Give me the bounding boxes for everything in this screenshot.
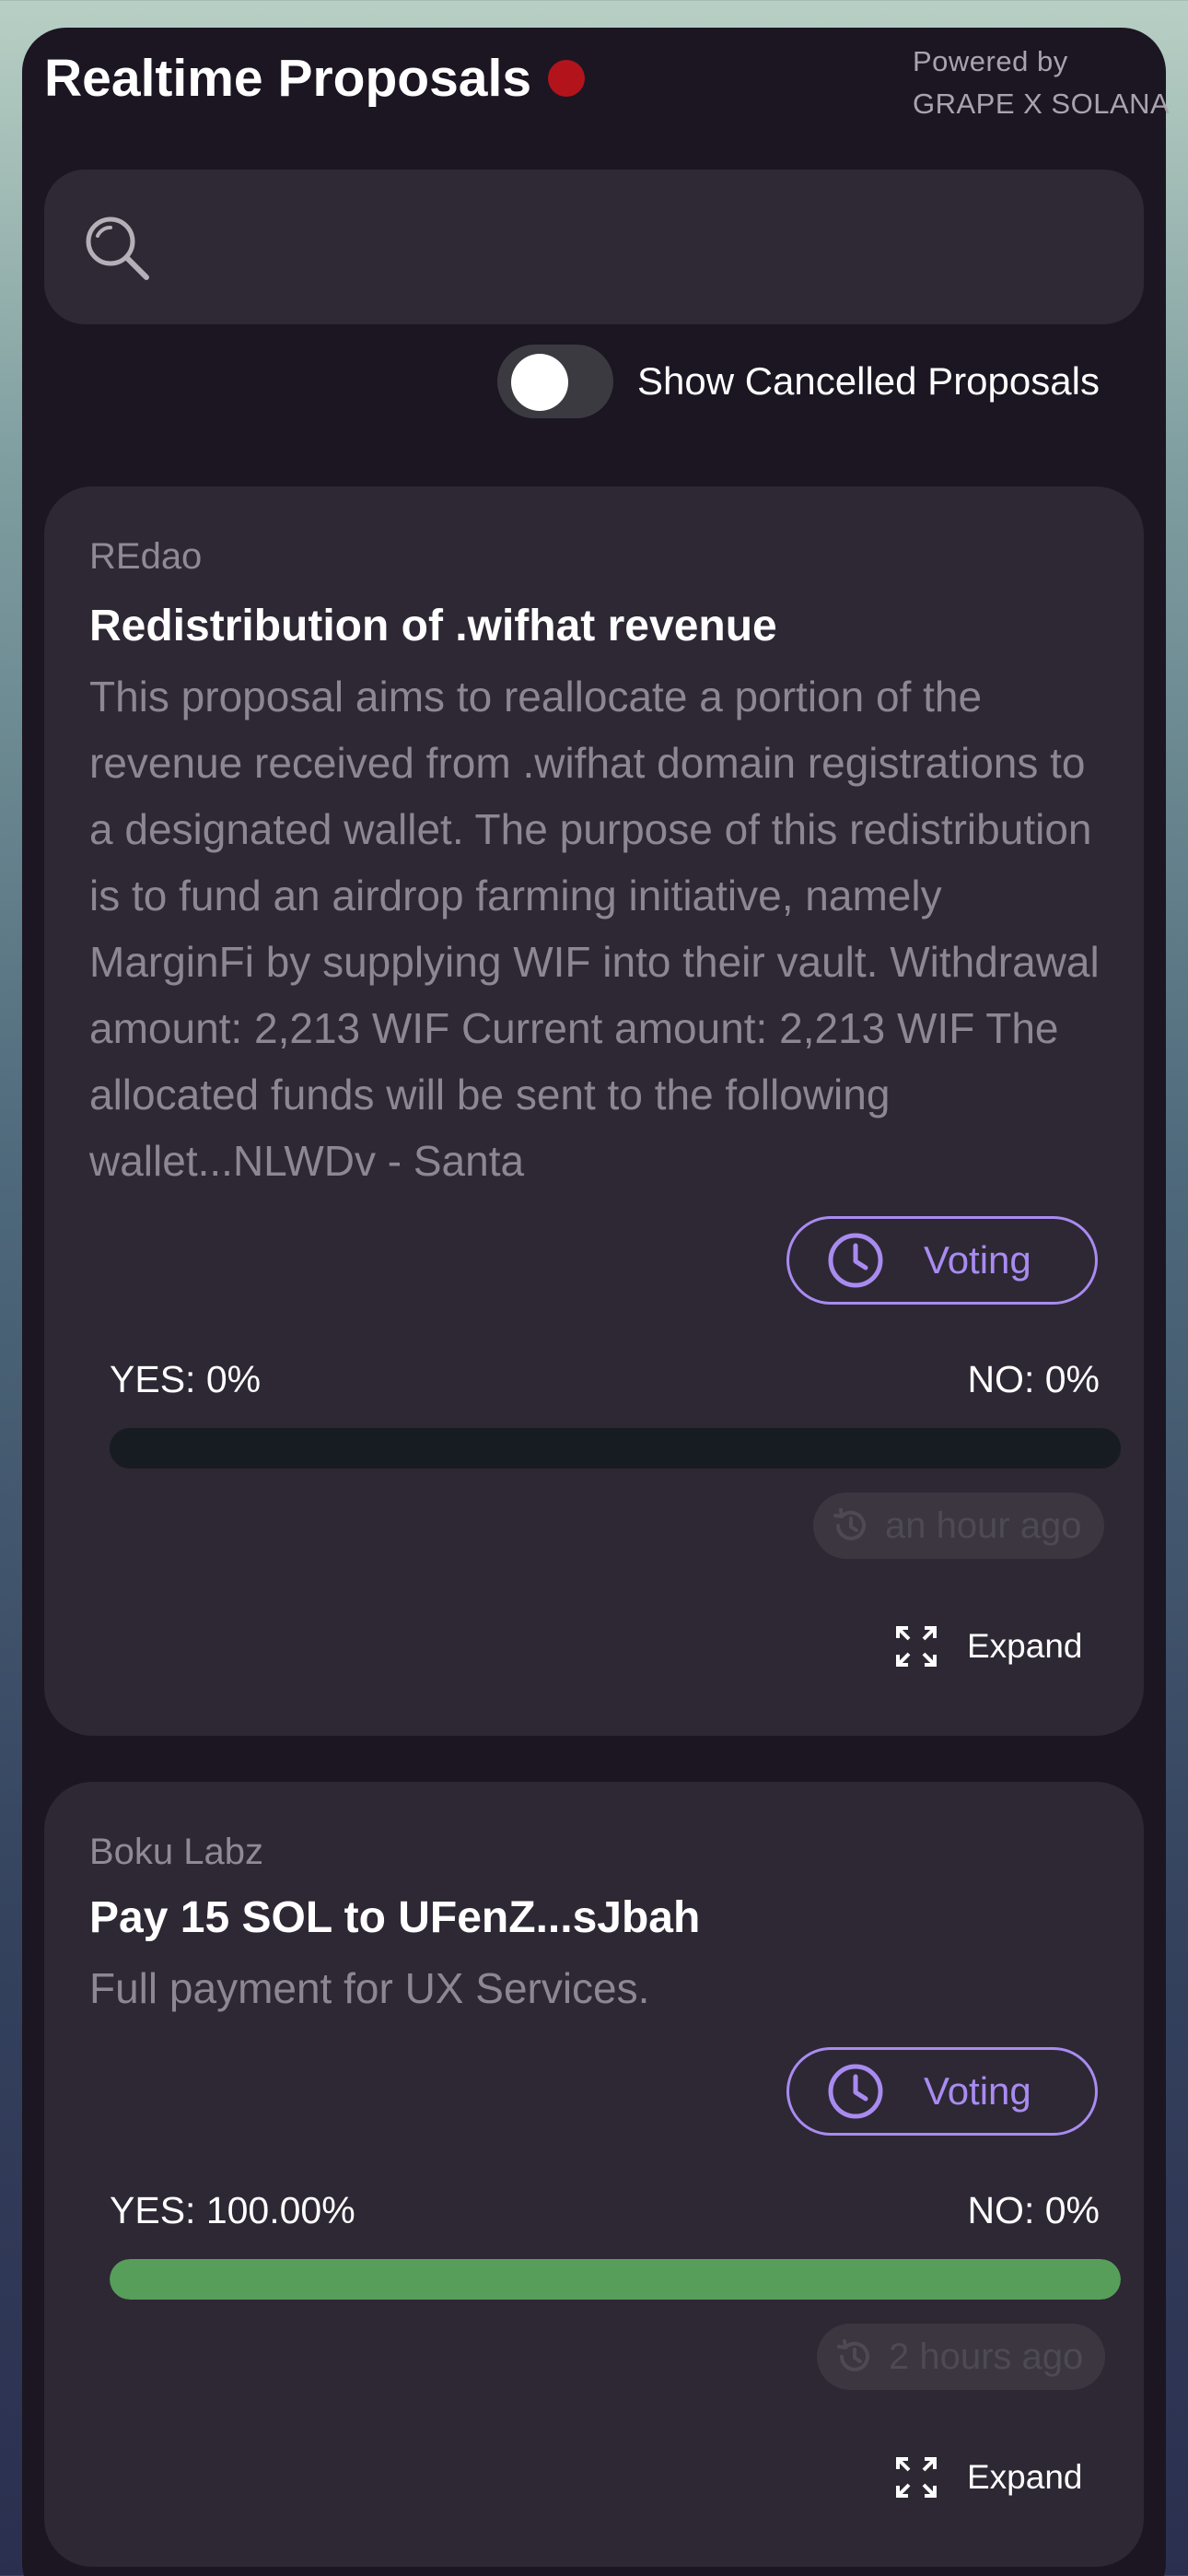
- yes-percentage: YES: 0%: [110, 1358, 262, 1400]
- time-label: an hour ago: [885, 1505, 1082, 1546]
- live-indicator-dot: [548, 60, 586, 97]
- expand-label: Expand: [967, 2458, 1083, 2496]
- clock-icon: [828, 1233, 883, 1288]
- clock-icon: [828, 2064, 883, 2119]
- no-percentage: NO: 0%: [967, 1358, 1100, 1400]
- expand-button[interactable]: Expand: [893, 1623, 1083, 1669]
- expand-label: Expand: [967, 1627, 1083, 1665]
- switch-knob: [511, 354, 568, 411]
- time-badge: 2 hours ago: [817, 2324, 1106, 2390]
- show-cancelled-switch[interactable]: [497, 345, 613, 418]
- vote-progress-bar: [110, 2259, 1121, 2300]
- page-title-text: Realtime Proposals: [44, 49, 532, 108]
- powered-by: Powered by GRAPE X SOLANA: [913, 41, 1170, 125]
- proposal-title: Pay 15 SOL to UFenZ...sJbah: [89, 1893, 701, 1942]
- history-icon: [833, 1508, 866, 1540]
- show-cancelled-toggle-row[interactable]: Show Cancelled Proposals: [497, 345, 1100, 418]
- proposal-title: Redistribution of .wifhat revenue: [89, 602, 777, 650]
- proposal-card: Boku Labz Pay 15 SOL to UFenZ...sJbah Fu…: [44, 1782, 1144, 2567]
- proposal-card: REdao Redistribution of .wifhat revenue …: [44, 486, 1144, 1736]
- no-percentage: NO: 0%: [967, 2189, 1100, 2231]
- proposal-description: This proposal aims to reallocate a porti…: [89, 673, 1100, 1185]
- proposal-description: Full payment for UX Services.: [89, 1964, 650, 2012]
- dao-name: REdao: [89, 536, 203, 577]
- expand-icon: [896, 2457, 937, 2498]
- voting-status-button[interactable]: Voting: [786, 1216, 1098, 1305]
- powered-by-label: Powered by: [913, 45, 1068, 77]
- expand-button[interactable]: Expand: [893, 2454, 1083, 2500]
- vote-progress-bar: [110, 1428, 1121, 1469]
- voting-status-label: Voting: [924, 2069, 1031, 2113]
- history-icon: [837, 2339, 869, 2371]
- expand-icon: [896, 1626, 937, 1667]
- search-icon: [86, 217, 149, 280]
- time-badge: an hour ago: [813, 1493, 1104, 1559]
- show-cancelled-label: Show Cancelled Proposals: [637, 359, 1100, 403]
- yes-percentage: YES: 100.00%: [110, 2189, 355, 2231]
- powered-by-brand: GRAPE X SOLANA: [913, 88, 1171, 120]
- vote-progress-fill: [110, 2259, 1121, 2300]
- voting-status-label: Voting: [924, 1238, 1031, 1282]
- search-input[interactable]: [44, 170, 1144, 324]
- voting-status-button[interactable]: Voting: [786, 2047, 1098, 2136]
- page-title: Realtime Proposals: [44, 48, 586, 109]
- dao-name: Boku Labz: [89, 1832, 264, 1872]
- time-label: 2 hours ago: [889, 2336, 1084, 2377]
